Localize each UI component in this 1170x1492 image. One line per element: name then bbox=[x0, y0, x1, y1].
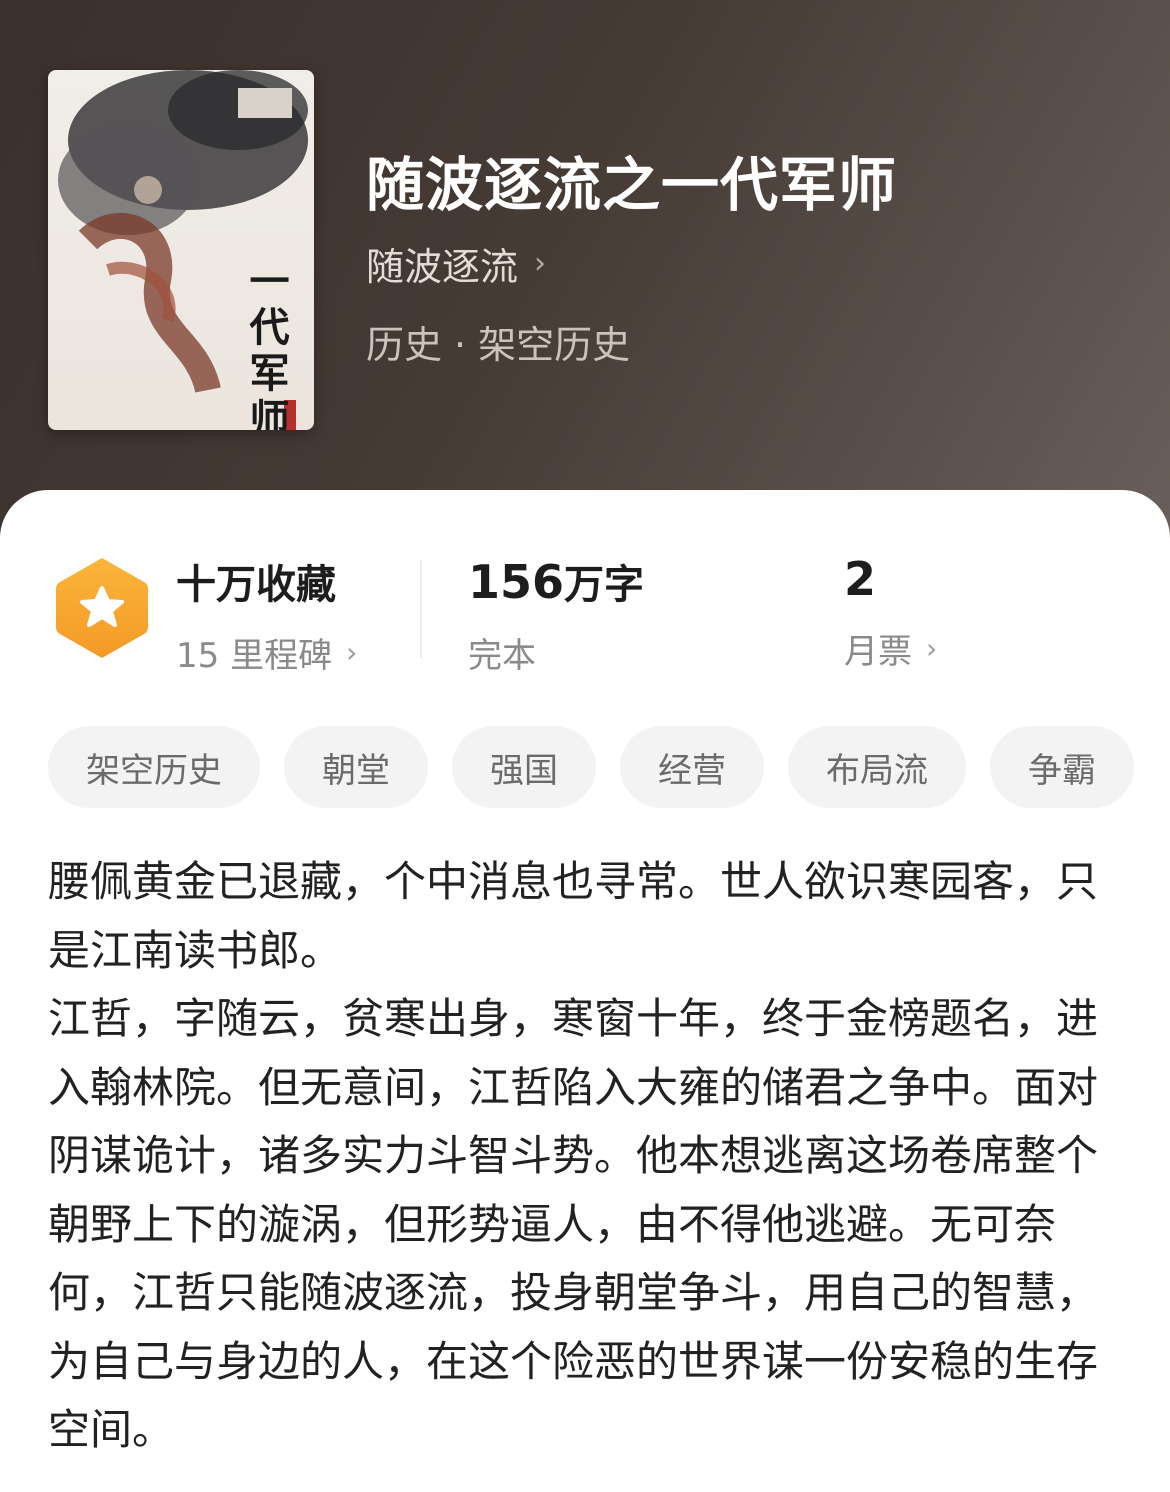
favorites-stat[interactable]: 十万收藏 15 里程碑 › bbox=[176, 552, 357, 677]
tag-chip[interactable]: 强国 bbox=[452, 726, 596, 808]
chevron-right-icon: › bbox=[346, 636, 358, 669]
word-count-number: 156 bbox=[468, 555, 565, 609]
cover-artwork: 一代军师 bbox=[58, 70, 308, 430]
tag-chip[interactable]: 架空历史 bbox=[48, 726, 260, 808]
favorites-count: 十万收藏 bbox=[176, 562, 336, 608]
description-paragraph: 腰佩黄金已退藏，个中消息也寻常。世人欲识寒园客，只是江南读书郎。 bbox=[48, 857, 1099, 975]
description-paragraph: 江哲，字随云，贫寒出身，寒窗十年，终于金榜题名，进入翰林院。但无意间，江哲陷入大… bbox=[48, 994, 1099, 1454]
subcategory-label: 架空历史 bbox=[478, 323, 631, 367]
genre-separator: · bbox=[454, 323, 467, 367]
tag-chip[interactable]: 布局流 bbox=[788, 726, 966, 808]
star-hexagon-badge-icon bbox=[56, 558, 148, 658]
monthly-ticket-label: 月票 bbox=[844, 632, 912, 672]
category-label: 历史 bbox=[366, 323, 443, 367]
book-cover-image[interactable]: 一代军师 bbox=[48, 70, 314, 430]
milestone-link[interactable]: 15 里程碑 › bbox=[176, 628, 357, 677]
word-count: 156万字 bbox=[468, 552, 644, 610]
tag-chip[interactable]: 朝堂 bbox=[284, 726, 428, 808]
book-header: 一代军师 随波逐流之一代军师 随波逐流 › 历史 · 架空历史 bbox=[0, 0, 1170, 560]
tag-chip[interactable]: 争霸 bbox=[990, 726, 1134, 808]
book-title: 随波逐流之一代军师 bbox=[366, 151, 898, 219]
monthly-ticket-count: 2 bbox=[844, 552, 877, 606]
tag-list: 架空历史 朝堂 强国 经营 布局流 争霸 bbox=[48, 726, 1146, 808]
chevron-right-icon: › bbox=[534, 246, 547, 281]
word-count-stat: 156万字 完本 bbox=[468, 552, 644, 677]
monthly-ticket-link[interactable]: 月票 › bbox=[844, 624, 937, 673]
completion-status: 完本 bbox=[468, 636, 536, 676]
author-link[interactable]: 随波逐流 › bbox=[366, 236, 546, 291]
word-count-unit: 万字 bbox=[564, 562, 645, 608]
stat-divider bbox=[420, 560, 422, 658]
cover-title-text: 一代军师 bbox=[243, 260, 291, 430]
genre-line: 历史 · 架空历史 bbox=[366, 314, 630, 369]
monthly-ticket-stat[interactable]: 2 月票 › bbox=[844, 552, 937, 673]
author-name: 随波逐流 bbox=[366, 245, 519, 289]
tag-chip[interactable]: 经营 bbox=[620, 726, 764, 808]
milestone-label: 15 里程碑 bbox=[176, 636, 333, 676]
book-description[interactable]: 腰佩黄金已退藏，个中消息也寻常。世人欲识寒园客，只是江南读书郎。 江哲，字随云，… bbox=[48, 848, 1120, 1465]
chevron-right-icon: › bbox=[926, 632, 938, 665]
